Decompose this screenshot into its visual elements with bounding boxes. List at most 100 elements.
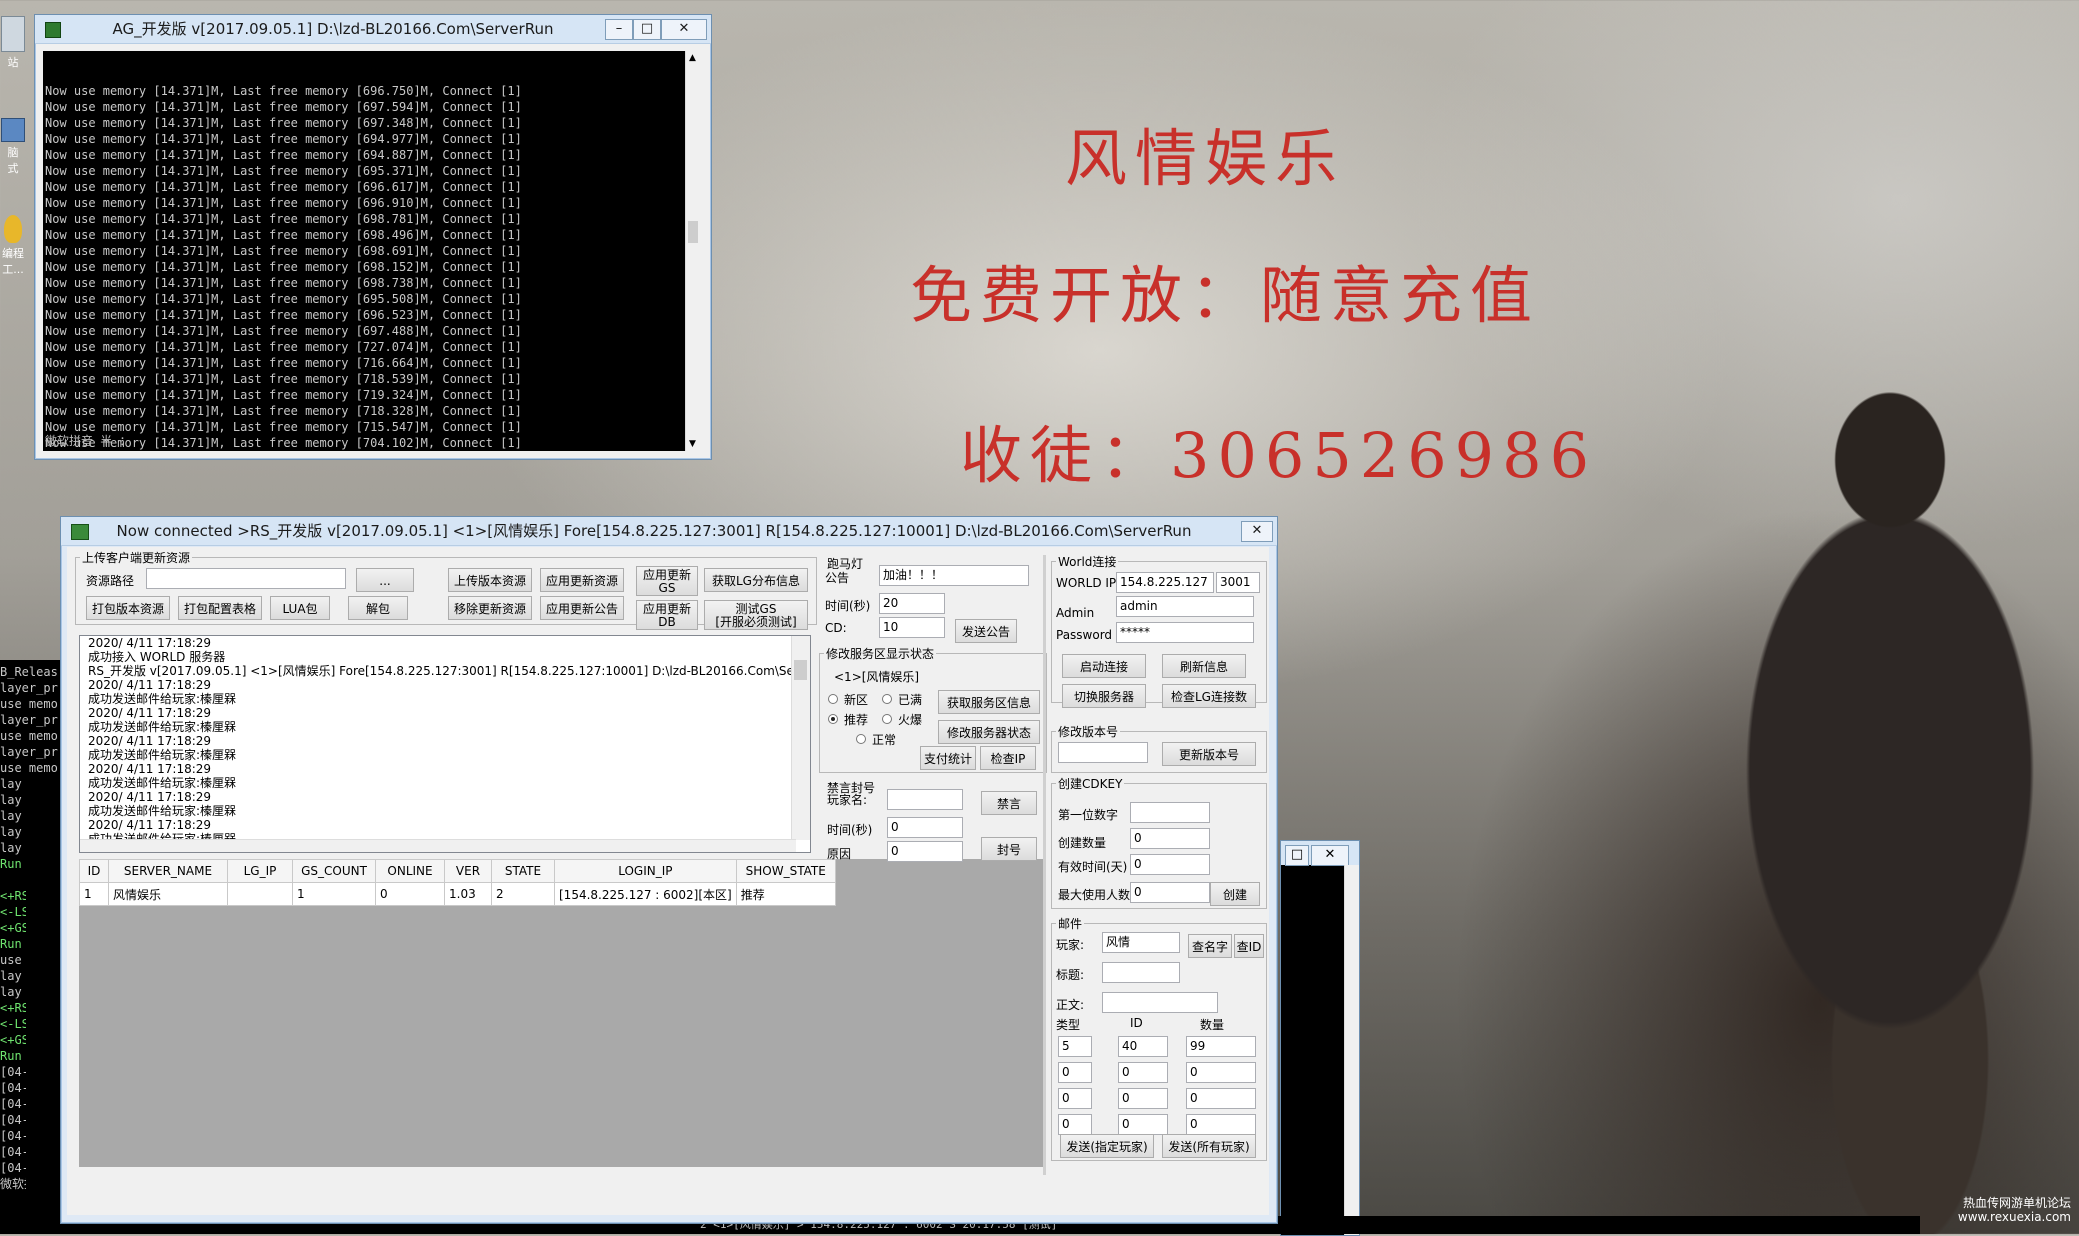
mail-item-type-input[interactable]: 5 <box>1058 1036 1092 1057</box>
radio-hot[interactable] <box>882 714 892 724</box>
apply-update-gs-button[interactable]: 应用更新 GS <box>636 566 698 596</box>
mail-player-input[interactable]: 风情 <box>1102 932 1180 953</box>
find-id-button[interactable]: 查ID <box>1234 934 1264 958</box>
table-header-cell[interactable]: STATE <box>491 859 555 883</box>
apply-notice-button[interactable]: 应用更新公告 <box>540 596 624 620</box>
table-header-cell[interactable]: ID <box>79 859 109 883</box>
maximize-icon[interactable]: □ <box>1285 845 1309 866</box>
mail-item-type-input[interactable]: 0 <box>1058 1114 1092 1135</box>
table-header-cell[interactable]: GS_COUNT <box>292 859 376 883</box>
version-input[interactable] <box>1058 742 1148 763</box>
check-lg-button[interactable]: 检查LG连接数 <box>1162 684 1256 708</box>
panel-splitter[interactable] <box>1043 555 1046 1175</box>
send-to-all-button[interactable]: 发送(所有玩家) <box>1162 1134 1256 1158</box>
ban-player-input[interactable] <box>887 789 963 810</box>
send-to-player-button[interactable]: 发送(指定玩家) <box>1060 1134 1154 1158</box>
pack-version-button[interactable]: 打包版本资源 <box>86 596 170 620</box>
log-output[interactable]: 2020/ 4/11 17:18:29 成功接入 WORLD 服务器 RS_开发版 … <box>79 635 811 853</box>
pay-stats-button[interactable]: 支付统计 <box>920 746 976 770</box>
upload-version-button[interactable]: 上传版本资源 <box>448 568 532 592</box>
ban-reason-input[interactable]: 0 <box>887 841 963 862</box>
ag-window[interactable]: AG_开发版 v[2017.09.05.1] D:\lzd-BL20166.Co… <box>34 14 712 460</box>
close-icon[interactable]: ✕ <box>1311 845 1349 866</box>
mail-item-id-input[interactable]: 0 <box>1118 1062 1168 1083</box>
mail-item-id-input[interactable]: 0 <box>1118 1114 1168 1135</box>
server-table[interactable]: ID SERVER_NAME LG_IP GS_COUNT ONLINE VER STATE… <box>79 859 836 906</box>
minimize-icon[interactable]: – <box>605 19 633 40</box>
get-lg-info-button[interactable]: 获取LG分布信息 <box>704 568 808 592</box>
mute-button[interactable]: 禁言 <box>981 791 1037 815</box>
radio-new[interactable] <box>828 694 838 704</box>
valid-days-input[interactable]: 0 <box>1130 854 1210 875</box>
background-console-scrollbar[interactable] <box>1344 865 1359 1235</box>
close-icon[interactable]: ✕ <box>1241 521 1273 542</box>
mail-item-qty-input[interactable]: 99 <box>1186 1036 1256 1057</box>
rs-window[interactable]: Now connected >RS_开发版 v[2017.09.05.1] <1… <box>60 516 1278 1224</box>
mail-item-qty-input[interactable]: 0 <box>1186 1062 1256 1083</box>
world-port-input[interactable]: 3001 <box>1216 572 1260 593</box>
radio-full[interactable] <box>882 694 892 704</box>
browse-button[interactable]: ... <box>356 568 414 592</box>
radio-recommend[interactable] <box>828 714 838 724</box>
desktop-icon-tool[interactable]: 编程 工... <box>0 215 26 295</box>
ban-button[interactable]: 封号 <box>981 837 1037 861</box>
notice-input[interactable]: 加油！！！ <box>879 565 1029 586</box>
mail-item-type-input[interactable]: 0 <box>1058 1088 1092 1109</box>
apply-update-resource-button[interactable]: 应用更新资源 <box>540 568 624 592</box>
refresh-info-button[interactable]: 刷新信息 <box>1162 654 1246 678</box>
rs-titlebar[interactable]: Now connected >RS_开发版 v[2017.09.05.1] <1… <box>61 517 1277 546</box>
find-name-button[interactable]: 查名字 <box>1188 934 1232 958</box>
radio-normal[interactable] <box>856 734 866 744</box>
start-connection-button[interactable]: 启动连接 <box>1062 654 1146 678</box>
log-scrollbar[interactable] <box>791 636 810 840</box>
mail-item-id-input[interactable]: 40 <box>1118 1036 1168 1057</box>
get-zone-info-button[interactable]: 获取服务区信息 <box>938 690 1040 714</box>
mail-item-qty-input[interactable]: 0 <box>1186 1114 1256 1135</box>
scroll-down-icon[interactable]: ▼ <box>689 439 696 449</box>
max-users-input[interactable]: 0 <box>1130 882 1210 903</box>
cd-input[interactable]: 10 <box>879 617 945 638</box>
mail-item-id-input[interactable]: 0 <box>1118 1088 1168 1109</box>
resource-path-input[interactable] <box>146 568 346 589</box>
first-digit-input[interactable] <box>1130 802 1210 823</box>
desktop-icon-computer[interactable]: 脑 式 <box>0 118 26 198</box>
background-console-right[interactable]: □ ✕ <box>1280 840 1360 1236</box>
pack-config-button[interactable]: 打包配置表格 <box>178 596 262 620</box>
create-cdkey-button[interactable]: 创建 <box>1210 882 1260 906</box>
check-ip-button[interactable]: 检查IP <box>980 746 1036 770</box>
password-input[interactable]: ***** <box>1116 622 1254 643</box>
maximize-icon[interactable]: □ <box>633 19 661 40</box>
apply-update-db-button[interactable]: 应用更新 DB <box>636 600 698 630</box>
remove-update-button[interactable]: 移除更新资源 <box>448 596 532 620</box>
scroll-thumb[interactable] <box>794 660 807 680</box>
admin-input[interactable]: admin <box>1116 596 1254 617</box>
table-header-cell[interactable]: ONLINE <box>375 859 445 883</box>
world-ip-input[interactable]: 154.8.225.127 <box>1116 572 1214 593</box>
scroll-thumb[interactable] <box>688 221 698 243</box>
mail-subject-input[interactable] <box>1102 962 1180 983</box>
ban-time-input[interactable]: 0 <box>887 817 963 838</box>
log-hscrollbar[interactable] <box>80 839 796 852</box>
modify-server-state-button[interactable]: 修改服务器状态 <box>938 720 1040 744</box>
mail-item-qty-input[interactable]: 0 <box>1186 1088 1256 1109</box>
close-icon[interactable]: ✕ <box>661 19 707 40</box>
desktop-icon-recycle[interactable]: 站 <box>0 10 26 80</box>
mail-body-input[interactable] <box>1102 992 1218 1013</box>
marquee-time-input[interactable]: 20 <box>879 593 945 614</box>
unpack-button[interactable]: 解包 <box>348 596 408 620</box>
create-count-input[interactable]: 0 <box>1130 828 1210 849</box>
ag-console-output[interactable]: Now use memory [14.371]M, Last free memo… <box>43 51 691 451</box>
update-version-button[interactable]: 更新版本号 <box>1162 742 1256 766</box>
table-header-cell[interactable]: LOGIN_IP <box>554 859 737 883</box>
test-gs-button[interactable]: 测试GS [开服必须测试] <box>704 600 808 630</box>
ag-console-scrollbar[interactable]: ▲ ▼ <box>685 51 702 451</box>
lua-pack-button[interactable]: LUA包 <box>270 596 330 620</box>
table-header-cell[interactable]: VER <box>444 859 492 883</box>
ag-titlebar[interactable]: AG_开发版 v[2017.09.05.1] D:\lzd-BL20166.Co… <box>35 15 711 44</box>
scroll-up-icon[interactable]: ▲ <box>689 53 696 63</box>
table-row[interactable]: 1 风情娱乐 1 0 1.03 2 [154.8.225.127 : 6002][本区] 推荐 <box>79 882 836 906</box>
table-header-cell[interactable]: LG_IP <box>227 859 293 883</box>
mail-item-type-input[interactable]: 0 <box>1058 1062 1092 1083</box>
table-header-cell[interactable]: SERVER_NAME <box>108 859 228 883</box>
send-notice-button[interactable]: 发送公告 <box>955 619 1017 643</box>
